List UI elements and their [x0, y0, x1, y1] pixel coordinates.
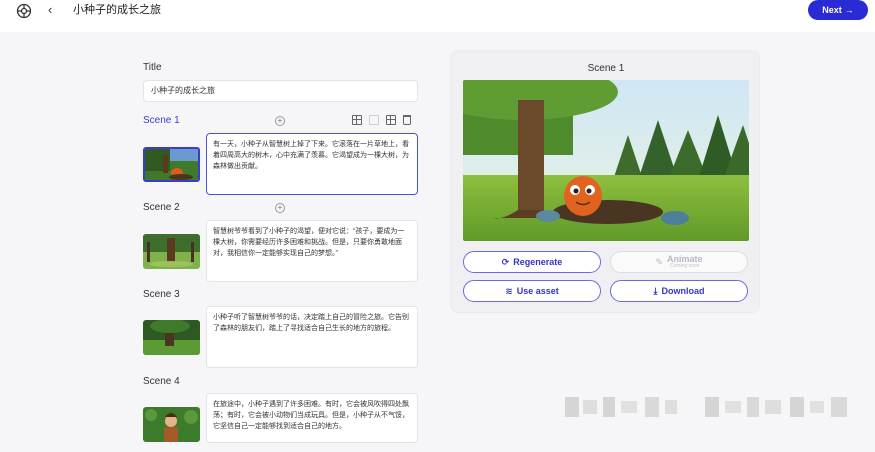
scene-1-text[interactable]: 有一天，小种子从智慧树上掉了下来。它滚落在一片草地上，看着四周高大的树木，心中充…	[206, 133, 418, 195]
regenerate-button[interactable]: ⟳ Regenerate	[463, 251, 601, 273]
scene-3-text[interactable]: 小种子听了智慧树爷爷的话，决定踏上自己的冒险之旅。它告别了森林的朋友们，踏上了寻…	[206, 306, 418, 368]
scene-4-text[interactable]: 在旅途中，小种子遇到了许多困难。有时，它会被风吹得四处飘荡；有时，它会被小动物们…	[206, 393, 418, 443]
download-label: Download	[661, 286, 705, 296]
trash-icon[interactable]	[403, 115, 411, 125]
use-asset-button[interactable]: ≋ Use asset	[463, 280, 601, 302]
scene-preview-panel: Scene 1 ⟳ Regenerate ✎ Animate Coming so…	[450, 50, 760, 313]
top-bar: ‹ 小种子的成长之旅 Next →	[0, 0, 875, 32]
scene-4-thumbnail[interactable]	[143, 407, 200, 442]
scene-2-label[interactable]: Scene 2	[143, 202, 180, 213]
layout-quad-icon[interactable]	[386, 115, 396, 125]
title-input[interactable]: 小种子的成长之旅	[143, 80, 418, 102]
scene-4-label[interactable]: Scene 4	[143, 376, 180, 387]
regenerate-icon: ⟳	[501, 256, 510, 267]
add-scene-icon[interactable]: +	[275, 116, 285, 126]
title-label: Title	[143, 62, 162, 73]
animate-label-stack: Animate Coming soon	[667, 255, 703, 269]
preview-title: Scene 1	[587, 63, 625, 74]
animate-coming-soon: Coming soon	[670, 263, 700, 269]
animate-button[interactable]: ✎ Animate Coming soon	[610, 251, 748, 273]
watermark-blur	[565, 397, 847, 417]
scene-1-label[interactable]: Scene 1	[143, 115, 180, 126]
scene-1-thumbnail[interactable]	[143, 147, 200, 182]
layout-grid-icon[interactable]	[352, 115, 362, 125]
scene-3-label[interactable]: Scene 3	[143, 289, 180, 300]
scene-toolbar	[352, 115, 411, 125]
arrow-right-icon: →	[844, 5, 854, 15]
layout-split-icon[interactable]	[369, 115, 379, 125]
next-label: Next	[822, 5, 842, 15]
animate-icon: ✎	[655, 256, 664, 267]
scene-preview-image	[463, 80, 749, 241]
scene-2-text[interactable]: 智慧树爷爷看到了小种子的渴望，便对它说：“孩子，要成为一棵大树，你需要经历许多困…	[206, 220, 418, 282]
scene-3-thumbnail[interactable]	[143, 320, 200, 355]
app-logo-icon[interactable]	[16, 3, 32, 19]
download-button[interactable]: ⤓ Download	[610, 280, 748, 302]
page-title: 小种子的成长之旅	[73, 4, 161, 16]
layers-icon: ≋	[505, 285, 513, 296]
download-icon: ⤓	[653, 285, 658, 296]
scene-2-thumbnail[interactable]	[143, 234, 200, 269]
back-button[interactable]: ‹	[48, 1, 52, 19]
next-button[interactable]: Next →	[808, 0, 868, 20]
regenerate-label: Regenerate	[513, 257, 563, 267]
use-asset-label: Use asset	[516, 286, 559, 296]
add-scene-icon[interactable]: +	[275, 203, 285, 213]
